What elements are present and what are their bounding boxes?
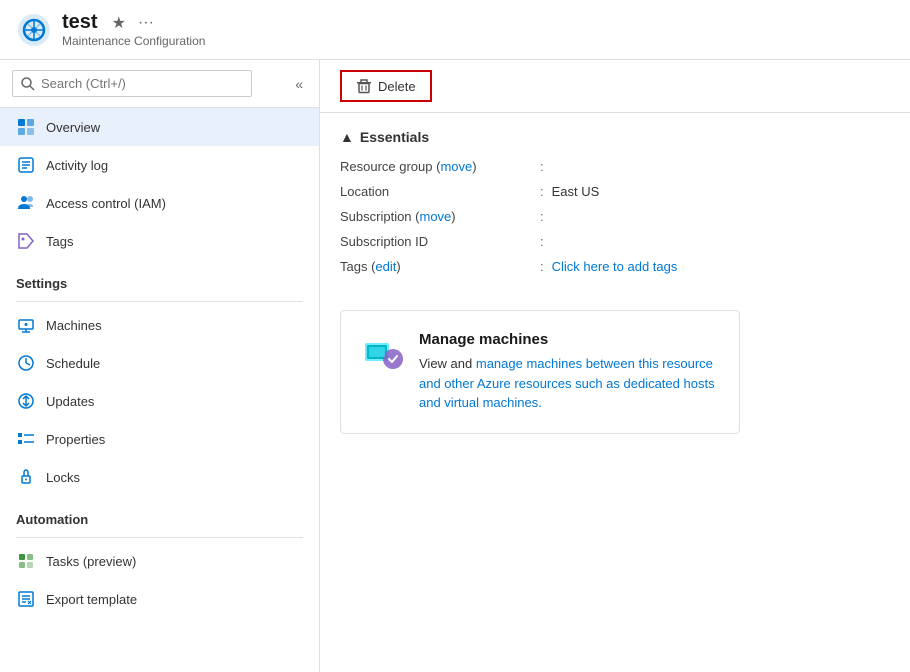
sidebar-item-machines-label: Machines: [46, 318, 102, 333]
favorite-star[interactable]: ★: [112, 13, 126, 33]
sidebar-item-overview[interactable]: Overview: [0, 108, 319, 146]
sidebar-item-tags[interactable]: Tags: [0, 222, 319, 260]
export-icon: [16, 589, 36, 609]
sidebar-item-export-label: Export template: [46, 592, 137, 607]
essentials-label-subscription-id: Subscription ID: [340, 234, 540, 249]
manage-machines-card-title: Manage machines: [419, 331, 719, 348]
search-icon: [21, 77, 35, 91]
toolbar: Delete: [320, 60, 910, 113]
settings-section-label: Settings: [0, 260, 319, 297]
essentials-header: ▲ Essentials: [340, 129, 890, 145]
sidebar-item-tasks-label: Tasks (preview): [46, 554, 136, 569]
sidebar-item-updates-label: Updates: [46, 394, 94, 409]
manage-machines-card[interactable]: Manage machines View and manage machines…: [340, 310, 740, 434]
more-options-icon[interactable]: ···: [138, 14, 154, 32]
essentials-row-subscription: Subscription (move) :: [340, 209, 890, 224]
sidebar-item-locks[interactable]: Locks: [0, 458, 319, 496]
essentials-row-tags: Tags (edit) : Click here to add tags: [340, 259, 890, 274]
resource-group-move-link[interactable]: move: [440, 159, 472, 174]
sidebar-item-tasks[interactable]: Tasks (preview): [0, 542, 319, 580]
page-header: test ★ ··· Maintenance Configuration: [0, 0, 910, 60]
tags-edit-link[interactable]: edit: [375, 259, 396, 274]
automation-divider: [16, 537, 303, 538]
sidebar-item-schedule[interactable]: Schedule: [0, 344, 319, 382]
sidebar-item-properties-label: Properties: [46, 432, 105, 447]
essentials-value-location: East US: [552, 184, 600, 199]
delete-icon: [356, 78, 372, 94]
essentials-label-tags: Tags (edit): [340, 259, 540, 274]
essentials-title: Essentials: [360, 129, 429, 145]
essentials-row-location: Location : East US: [340, 184, 890, 199]
machines-icon: [16, 315, 36, 335]
tags-icon: [16, 231, 36, 251]
essentials-row-subscription-id: Subscription ID :: [340, 234, 890, 249]
sidebar-item-updates[interactable]: Updates: [0, 382, 319, 420]
essentials-section: ▲ Essentials Resource group (move) : Loc…: [320, 113, 910, 300]
resource-icon: [16, 12, 52, 48]
manage-text-blue-1: manage machines between this resource an…: [419, 356, 715, 410]
manage-machines-card-content: Manage machines View and manage machines…: [419, 331, 719, 413]
main-layout: « Overview: [0, 60, 910, 672]
add-tags-link[interactable]: Click here to add tags: [552, 259, 678, 274]
updates-icon: [16, 391, 36, 411]
resource-name: test: [62, 11, 98, 34]
sidebar-item-machines[interactable]: Machines: [0, 306, 319, 344]
locks-icon: [16, 467, 36, 487]
iam-icon: [16, 193, 36, 213]
sidebar-item-overview-label: Overview: [46, 120, 100, 135]
sidebar-item-export[interactable]: Export template: [0, 580, 319, 618]
schedule-icon: [16, 353, 36, 373]
sidebar-item-properties[interactable]: Properties: [0, 420, 319, 458]
search-bar: «: [0, 60, 319, 108]
sidebar: « Overview: [0, 60, 320, 672]
activity-log-icon: [16, 155, 36, 175]
overview-icon: [16, 117, 36, 137]
sidebar-item-locks-label: Locks: [46, 470, 80, 485]
automation-section-label: Automation: [0, 496, 319, 533]
search-input[interactable]: [41, 76, 243, 91]
sidebar-item-tags-label: Tags: [46, 234, 73, 249]
essentials-label-subscription: Subscription (move): [340, 209, 540, 224]
subscription-move-link[interactable]: move: [419, 209, 451, 224]
essentials-row-resource-group: Resource group (move) :: [340, 159, 890, 174]
manage-machines-card-icon: [361, 331, 405, 375]
sidebar-item-activity-log-label: Activity log: [46, 158, 108, 173]
tasks-icon: [16, 551, 36, 571]
sidebar-item-iam[interactable]: Access control (IAM): [0, 184, 319, 222]
sidebar-item-iam-label: Access control (IAM): [46, 196, 166, 211]
essentials-chevron-icon: ▲: [340, 129, 354, 145]
sidebar-item-schedule-label: Schedule: [46, 356, 100, 371]
sidebar-item-activity-log[interactable]: Activity log: [0, 146, 319, 184]
sidebar-collapse-button[interactable]: «: [291, 72, 307, 96]
essentials-label-resource-group: Resource group (move): [340, 159, 540, 174]
essentials-label-location: Location: [340, 184, 540, 199]
delete-button-label: Delete: [378, 79, 416, 94]
resource-subtitle: Maintenance Configuration: [62, 34, 205, 48]
search-wrapper: [12, 70, 252, 97]
main-content: Delete ▲ Essentials Resource group (move…: [320, 60, 910, 672]
settings-divider: [16, 301, 303, 302]
manage-machines-card-text: View and manage machines between this re…: [419, 354, 719, 413]
essentials-value-tags: Click here to add tags: [552, 259, 678, 274]
properties-icon: [16, 429, 36, 449]
delete-button[interactable]: Delete: [340, 70, 432, 102]
